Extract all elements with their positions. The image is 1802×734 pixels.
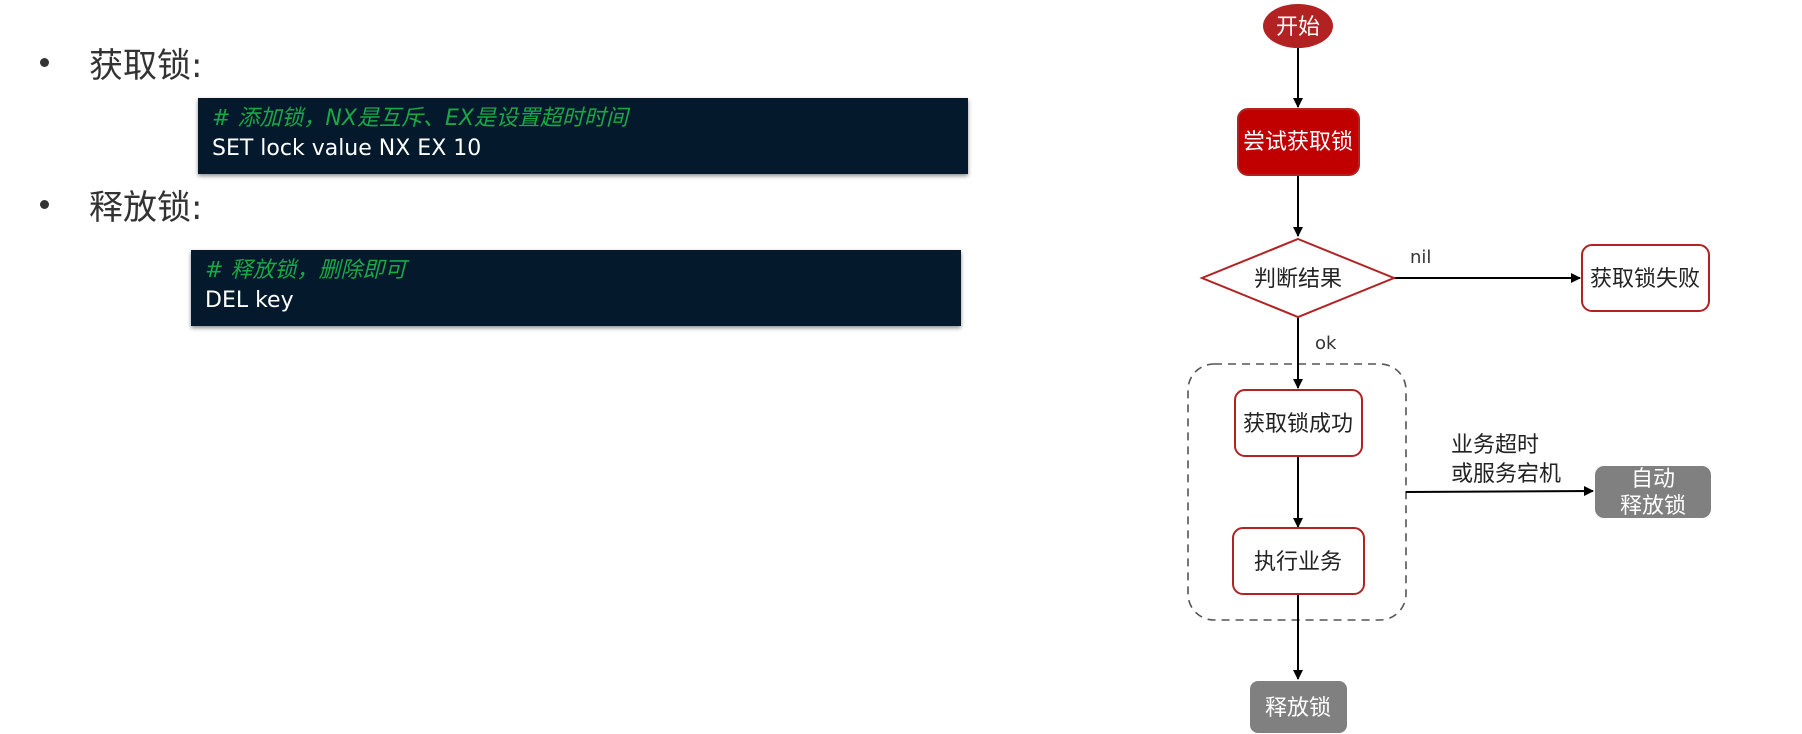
try-acquire-label: 尝试获取锁 [1243, 130, 1353, 155]
judge-label: 判断结果 [1254, 267, 1342, 292]
auto-release-label-line1: 自动 [1631, 467, 1675, 492]
release-label: 释放锁 [1265, 696, 1331, 721]
fail-label: 获取锁失败 [1590, 267, 1700, 292]
start-node-label: 开始 [1276, 15, 1320, 40]
nil-label: nil [1410, 247, 1431, 268]
flowchart: 开始 尝试获取锁 判断结果 nil 获取锁失败 ok 获取锁成功 执行业务 业务… [1187, 4, 1711, 733]
timeout-label-line1: 业务超时 [1451, 433, 1539, 458]
ok-label: ok [1315, 333, 1337, 354]
timeout-label-line2: 或服务宕机 [1451, 462, 1561, 487]
execute-label: 执行业务 [1254, 550, 1342, 575]
success-label: 获取锁成功 [1243, 412, 1353, 437]
auto-release-label-line2: 释放锁 [1620, 494, 1686, 519]
connector-group-auto [1405, 486, 1594, 497]
